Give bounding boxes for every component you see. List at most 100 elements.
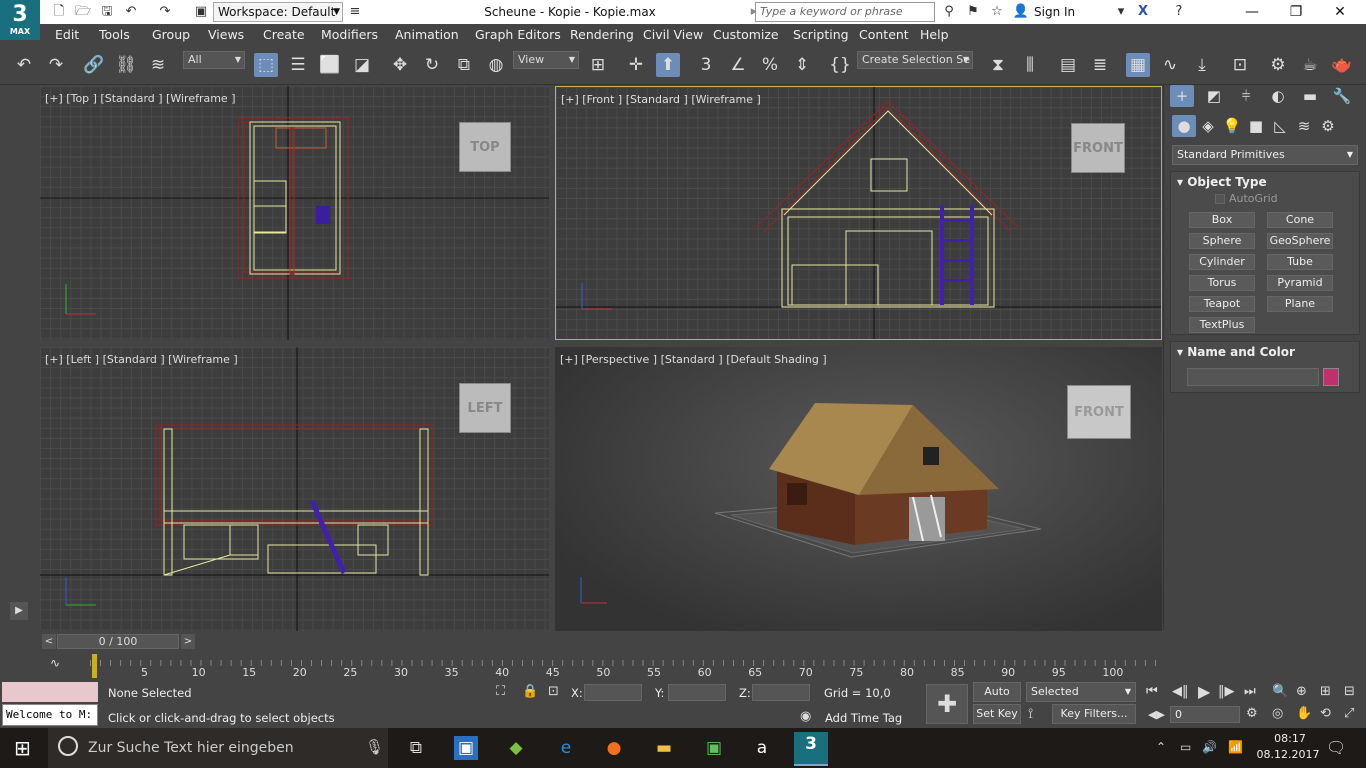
qt-app-icon[interactable]: ▣: [702, 736, 726, 760]
show-hidden-icons-icon[interactable]: ⌃: [1156, 740, 1166, 754]
exchange-apps-icon[interactable]: X: [1134, 3, 1152, 21]
viewport-perspective[interactable]: [+] [Perspective ] [Standard ] [Default …: [555, 347, 1162, 631]
project-folder-icon[interactable]: ▣: [192, 3, 210, 21]
viewcube-left[interactable]: LEFT: [459, 383, 511, 433]
set-key-button[interactable]: Set Key: [973, 704, 1021, 724]
x-coordinate-field[interactable]: [584, 684, 642, 701]
app-logo[interactable]: 3 MAX: [0, 0, 40, 40]
primitives-dropdown[interactable]: Standard Primitives ▼: [1172, 145, 1358, 165]
3dsmax-taskbar-icon[interactable]: 3: [794, 732, 828, 764]
sign-in-link[interactable]: Sign In: [1034, 0, 1075, 24]
select-manipulate-icon[interactable]: ✛: [624, 53, 648, 77]
utilities-tab-icon[interactable]: 🔧: [1330, 85, 1354, 107]
go-to-start-icon[interactable]: ⏮: [1146, 684, 1158, 699]
previous-frame-icon[interactable]: ◀‖: [1172, 684, 1189, 699]
quick-access-menu-icon[interactable]: ≡: [346, 3, 364, 21]
place-icon[interactable]: ◍: [484, 53, 508, 77]
time-tag-icon[interactable]: ◉: [800, 709, 811, 724]
close-button[interactable]: ✕: [1318, 0, 1362, 24]
teapot-button[interactable]: Teapot: [1189, 296, 1255, 312]
new-file-icon[interactable]: 🗋: [50, 3, 68, 21]
menu-views[interactable]: Views: [208, 24, 244, 45]
task-view-icon[interactable]: ⧉: [404, 736, 428, 760]
schematic-view-icon[interactable]: ⤓: [1190, 53, 1214, 77]
maximize-button[interactable]: ❐: [1274, 0, 1318, 24]
scene-explorer-icon[interactable]: ▤: [1056, 53, 1080, 77]
maxscript-listener-pink[interactable]: [2, 682, 98, 702]
zoom-icon[interactable]: 🔍: [1272, 684, 1288, 699]
autogrid-checkbox[interactable]: [1215, 194, 1225, 204]
menu-animation[interactable]: Animation: [395, 24, 459, 45]
play-icon[interactable]: ▶: [1198, 682, 1210, 701]
toggle-ribbon-icon[interactable]: ▦: [1126, 53, 1150, 77]
z-coordinate-field[interactable]: [752, 684, 810, 701]
communication-center-icon[interactable]: ⚑: [964, 3, 982, 21]
selection-filter-dropdown[interactable]: All ▼: [183, 51, 245, 69]
menu-group[interactable]: Group: [152, 24, 190, 45]
viewport-top[interactable]: [+] [Top ] [Standard ] [Wireframe ] TOP: [40, 86, 549, 340]
key-filters-button[interactable]: Key Filters...: [1052, 704, 1136, 724]
set-key-large-button[interactable]: ✚: [926, 684, 968, 724]
pivot-center-icon[interactable]: ⊞: [586, 53, 610, 77]
key-mode-icon[interactable]: ⟟: [1028, 706, 1033, 722]
menu-civil-view[interactable]: Civil View: [643, 24, 703, 45]
window-crossing-icon[interactable]: ◪: [350, 53, 374, 77]
menu-create[interactable]: Create: [263, 24, 305, 45]
menu-rendering[interactable]: Rendering: [570, 24, 634, 45]
taskbar-date[interactable]: 08.12.2017: [1250, 748, 1326, 761]
selected-dropdown[interactable]: Selected ▼: [1026, 682, 1136, 702]
orbit-icon[interactable]: ⟲: [1320, 706, 1331, 721]
favorites-star-icon[interactable]: ☆: [988, 3, 1006, 21]
microphone-icon[interactable]: 🎙: [365, 738, 384, 756]
zoom-extents-icon[interactable]: ⊞: [1320, 684, 1331, 699]
save-file-icon[interactable]: 🖫: [98, 3, 116, 21]
prev-frame-arrow-icon[interactable]: <: [42, 634, 56, 649]
pyramid-button[interactable]: Pyramid: [1267, 275, 1333, 291]
add-time-tag[interactable]: Add Time Tag: [825, 711, 902, 725]
zoom-all-icon[interactable]: ⊕: [1296, 684, 1307, 699]
material-editor-icon[interactable]: ⊡: [1228, 53, 1252, 77]
minimize-button[interactable]: —: [1230, 0, 1274, 24]
geosphere-button[interactable]: GeoSphere: [1267, 233, 1333, 249]
plane-button[interactable]: Plane: [1267, 296, 1333, 312]
pan-view-icon[interactable]: ✋: [1296, 706, 1312, 721]
rotate-icon[interactable]: ↻: [420, 53, 444, 77]
action-center-icon[interactable]: 🗨: [1326, 738, 1346, 757]
spinner-snap-icon[interactable]: ⇕: [790, 53, 814, 77]
absolute-mode-icon[interactable]: ⊡: [548, 684, 559, 699]
move-icon[interactable]: ✥: [388, 53, 412, 77]
name-color-title[interactable]: ▾ Name and Color: [1177, 345, 1295, 359]
redo-icon[interactable]: ↷: [44, 53, 68, 77]
select-by-name-icon[interactable]: ☰: [286, 53, 310, 77]
cone-button[interactable]: Cone: [1267, 212, 1333, 228]
viewcube-perspective[interactable]: FRONT: [1067, 385, 1131, 439]
textplus-button[interactable]: TextPlus: [1189, 317, 1255, 333]
named-selection-edit-icon[interactable]: {}: [828, 53, 852, 77]
lights-icon[interactable]: 💡: [1220, 115, 1244, 137]
layer-explorer-icon[interactable]: ≣: [1088, 53, 1112, 77]
menu-graph-editors[interactable]: Graph Editors: [475, 24, 561, 45]
render-setup-icon[interactable]: ⚙: [1266, 53, 1290, 77]
next-frame-icon[interactable]: ‖▶: [1218, 684, 1235, 699]
space-warps-icon[interactable]: ≋: [1292, 115, 1316, 137]
binoculars-icon[interactable]: ⚲: [940, 3, 958, 21]
viewport-top-label[interactable]: [+] [Top ] [Standard ] [Wireframe ]: [45, 92, 236, 105]
curve-editor-mini-icon[interactable]: ∿: [50, 656, 60, 670]
snaps-toggle-icon[interactable]: 3: [694, 53, 718, 77]
select-object-icon[interactable]: ⬚: [254, 53, 278, 77]
hierarchy-tab-icon[interactable]: ⫩: [1234, 85, 1258, 107]
help-icon[interactable]: ?: [1170, 3, 1188, 21]
menu-tools[interactable]: Tools: [99, 24, 130, 45]
menu-customize[interactable]: Customize: [713, 24, 779, 45]
viewport-left-label[interactable]: [+] [Left ] [Standard ] [Wireframe ]: [45, 353, 238, 366]
keyboard-shortcut-override-icon[interactable]: ⬆: [656, 53, 680, 77]
unlink-icon[interactable]: ⛓: [114, 53, 138, 77]
track-bar-ruler[interactable]: [90, 654, 1163, 666]
go-to-end-icon[interactable]: ⏭: [1244, 684, 1256, 699]
systems-icon[interactable]: ⚙: [1316, 115, 1340, 137]
field-of-view-icon[interactable]: ◎: [1272, 706, 1283, 721]
redo-icon[interactable]: ↷: [156, 3, 174, 21]
time-configuration-icon[interactable]: ⚙: [1246, 706, 1258, 721]
next-frame-arrow-icon[interactable]: >: [181, 634, 195, 649]
dropdown-arrow-icon[interactable]: ▾: [1112, 3, 1130, 21]
